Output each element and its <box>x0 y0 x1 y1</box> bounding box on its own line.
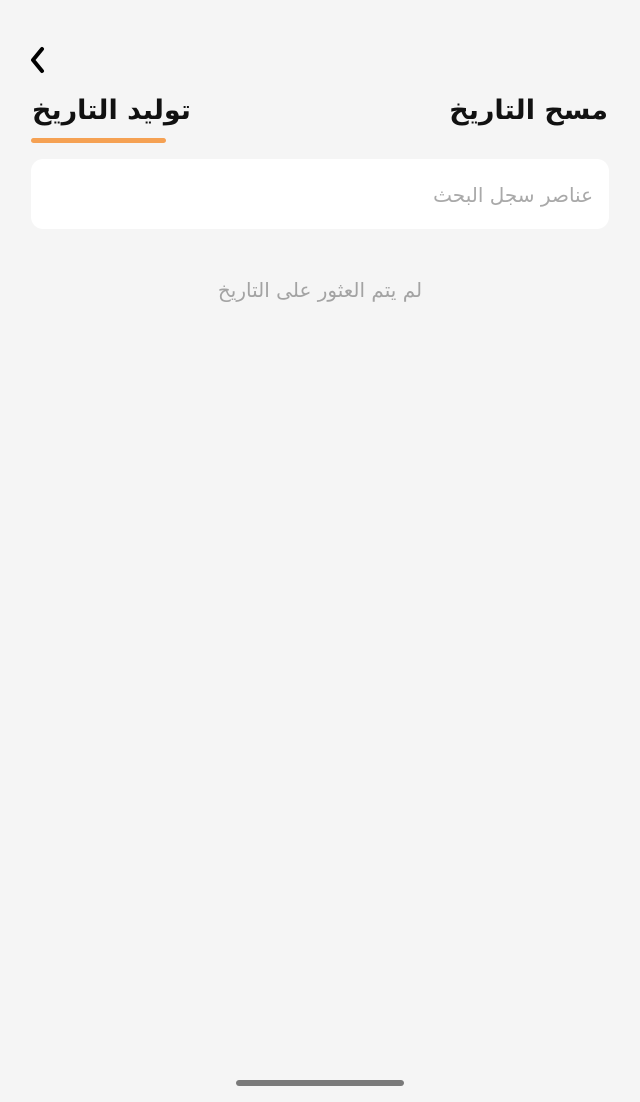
search-box <box>31 159 609 231</box>
tab-clear-history[interactable]: مسح التاريخ <box>449 88 608 134</box>
back-button[interactable] <box>20 40 56 80</box>
home-indicator[interactable] <box>236 1080 404 1086</box>
search-input[interactable] <box>49 159 595 231</box>
active-tab-indicator <box>31 138 166 143</box>
history-tabs: توليد التاريخ مسح التاريخ <box>0 88 640 148</box>
chevron-left-icon <box>31 47 44 73</box>
tab-generate-history[interactable]: توليد التاريخ <box>32 88 191 134</box>
empty-state-message: لم يتم العثور على التاريخ <box>217 278 423 302</box>
